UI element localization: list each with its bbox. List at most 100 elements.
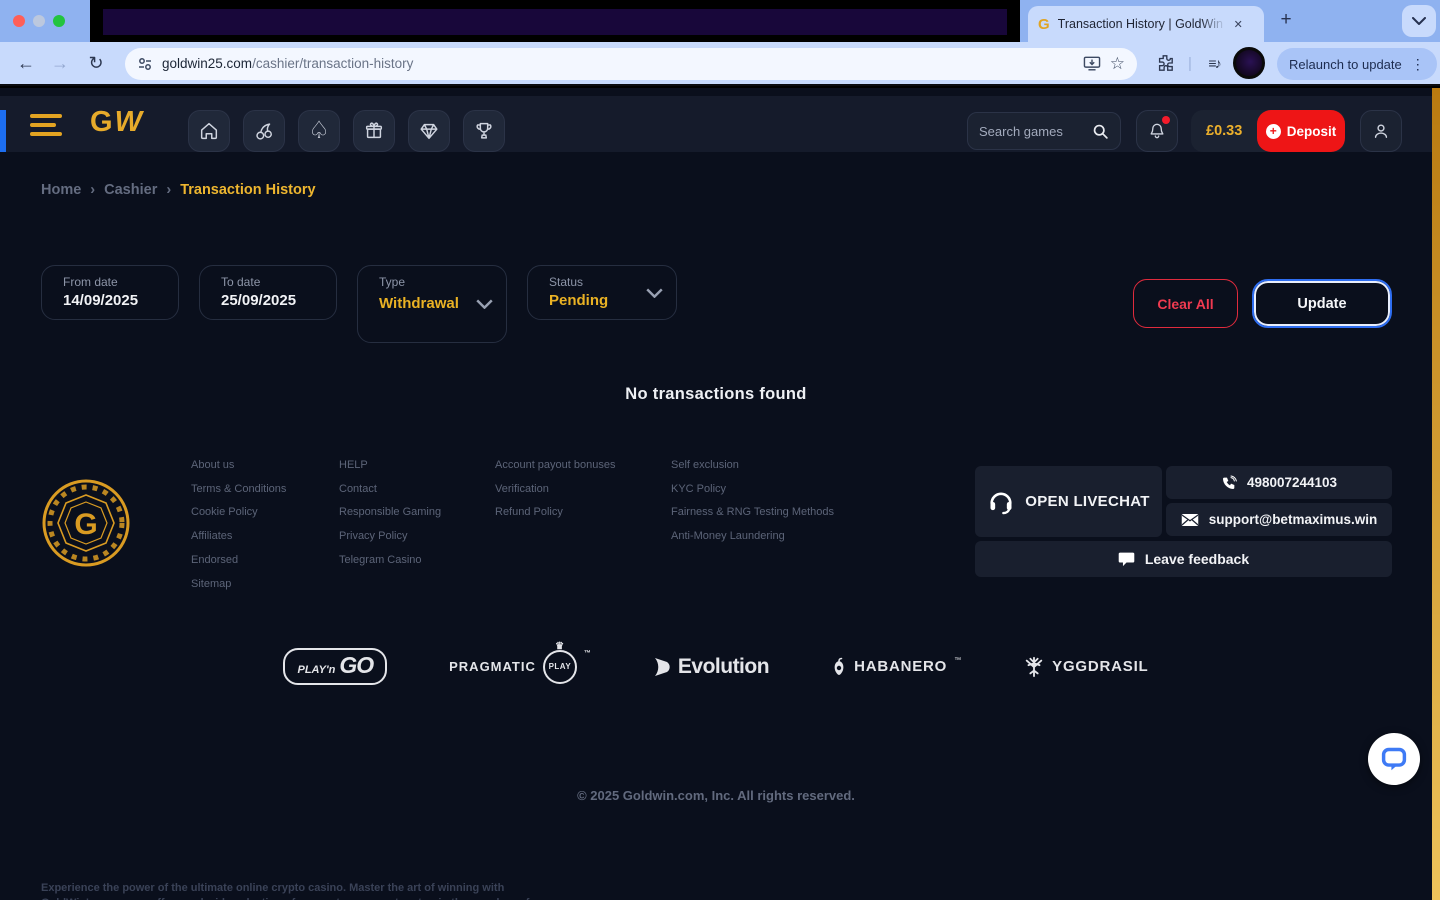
footer-link[interactable]: Sitemap [191,573,286,597]
traffic-light-minimize[interactable] [33,15,45,27]
install-app-icon[interactable] [1083,56,1101,72]
profile-button[interactable] [1360,110,1402,152]
menu-hamburger-button[interactable] [30,114,62,136]
to-date-label: To date [221,275,322,289]
footer-link[interactable]: Telegram Casino [339,549,441,573]
chat-bubble-icon [1380,746,1408,772]
copyright-text: © 2025 Goldwin.com, Inc. All rights rese… [0,788,1432,803]
notification-dot [1162,116,1170,124]
leave-feedback-button[interactable]: Leave feedback [975,541,1392,577]
footer-link[interactable]: Terms & Conditions [191,478,286,502]
tab-search-chevron-button[interactable] [1402,5,1436,37]
balance-amount[interactable]: £0.33 [1191,123,1242,139]
footer-link[interactable]: KYC Policy [671,478,834,502]
profile-avatar[interactable] [1233,47,1265,79]
nav-vip-button[interactable] [408,110,450,152]
footer-link[interactable]: Endorsed [191,549,286,573]
type-select[interactable]: Type Withdrawal [357,265,507,343]
footer-link[interactable]: HELP [339,454,441,478]
to-date-field[interactable]: To date 25/09/2025 [199,265,337,320]
phone-number: 498007244103 [1247,475,1337,490]
footer-link[interactable]: Self exclusion [671,454,834,478]
traffic-light-close[interactable] [13,15,25,27]
search-input[interactable] [979,124,1084,139]
livechat-widget-button[interactable] [1368,733,1420,785]
home-icon [198,120,220,142]
footer-link[interactable]: Fairness & RNG Testing Methods [671,501,834,525]
chevron-separator-icon: › [166,182,171,198]
footer-link[interactable]: About us [191,454,286,478]
gem-vip-icon [418,120,440,142]
footer-column-1: About us Terms & Conditions Cookie Polic… [191,454,286,596]
evolution-logo: Evolution [653,655,769,679]
support-email: support@betmaximus.win [1209,512,1377,527]
to-date-value: 25/09/2025 [221,292,322,309]
deposit-label: Deposit [1287,124,1337,139]
kebab-menu-icon[interactable]: ⋮ [1411,56,1425,73]
tab-close-icon[interactable]: ✕ [1234,18,1243,31]
goldwin-medallion-logo: G [41,478,131,568]
browser-tab[interactable]: G Transaction History | GoldWin ✕ [1028,6,1264,42]
playngo-logo: PLAY'nGO [283,648,387,685]
footer-link[interactable]: Cookie Policy [191,501,286,525]
email-button[interactable]: support@betmaximus.win [1166,503,1392,536]
relaunch-label: Relaunch to update [1289,57,1402,72]
new-tab-button[interactable]: + [1274,9,1298,31]
nav-tournaments-button[interactable] [463,110,505,152]
breadcrumb-current: Transaction History [180,182,315,198]
habanero-logo: HABANERO™ [831,657,961,677]
footer-column-4: Self exclusion KYC Policy Fairness & RNG… [671,454,834,549]
wallet-pill: £0.33 + Deposit [1191,110,1345,152]
feedback-label: Leave feedback [1145,551,1249,567]
page-content: GW ♤ £0.33 + [0,88,1440,900]
tab-title: Transaction History | GoldWin [1058,17,1226,31]
svg-text:G: G [74,508,97,541]
footer-link[interactable]: Account payout bonuses [495,454,615,478]
bookmark-star-icon[interactable]: ☆ [1110,54,1125,74]
notifications-button[interactable] [1136,110,1178,152]
left-accent-bar [0,110,6,152]
back-button[interactable]: ← [12,42,40,84]
footer-link[interactable]: Responsible Gaming [339,501,441,525]
nav-slots-button[interactable] [243,110,285,152]
footer-link[interactable]: Anti-Money Laundering [671,525,834,549]
toolbar-divider: | [1186,42,1194,84]
nav-promotions-button[interactable] [353,110,395,152]
from-date-field[interactable]: From date 14/09/2025 [41,265,179,320]
url-bar[interactable]: goldwin25.com/cashier/transaction-histor… [125,48,1137,80]
media-controls-icon[interactable]: ≡♪ [1200,42,1228,84]
footer-link[interactable]: Privacy Policy [339,525,441,549]
deposit-button[interactable]: + Deposit [1257,110,1345,152]
goldwin-favicon: G [1038,16,1050,33]
breadcrumb-home[interactable]: Home [41,182,81,198]
relaunch-to-update-button[interactable]: Relaunch to update ⋮ [1277,48,1437,80]
refresh-button[interactable]: ↻ [82,42,110,84]
clear-all-button[interactable]: Clear All [1133,279,1238,328]
footer-link[interactable]: Affiliates [191,525,286,549]
search-icon[interactable] [1092,123,1109,140]
update-button[interactable]: Update [1252,279,1392,328]
footer-link[interactable]: Verification [495,478,615,502]
nav-casino-button[interactable]: ♤ [298,110,340,152]
search-games-box[interactable] [967,112,1121,150]
forward-button[interactable]: → [46,42,74,84]
site-settings-icon[interactable] [137,56,153,72]
nav-home-button[interactable] [188,110,230,152]
chevron-down-icon [476,299,493,309]
footer-link[interactable]: Contact [339,478,441,502]
phone-icon [1221,475,1237,491]
gw-logo[interactable]: GW [90,106,144,139]
livechat-label: OPEN LIVECHAT [1025,493,1149,510]
phone-button[interactable]: 498007244103 [1166,466,1392,499]
status-select[interactable]: Status Pending [527,265,677,320]
breadcrumb-cashier[interactable]: Cashier [104,182,157,198]
open-livechat-button[interactable]: OPEN LIVECHAT [975,466,1162,537]
chili-pepper-icon [831,657,847,677]
footer-column-3: Account payout bonuses Verification Refu… [495,454,615,525]
from-date-value: 14/09/2025 [63,292,164,309]
seo-description-text: Experience the power of the ultimate onl… [41,881,541,900]
traffic-light-zoom[interactable] [53,15,65,27]
footer-link[interactable]: Refund Policy [495,501,615,525]
page-scrollbar[interactable] [1432,88,1440,900]
extensions-puzzle-icon[interactable] [1152,42,1178,84]
